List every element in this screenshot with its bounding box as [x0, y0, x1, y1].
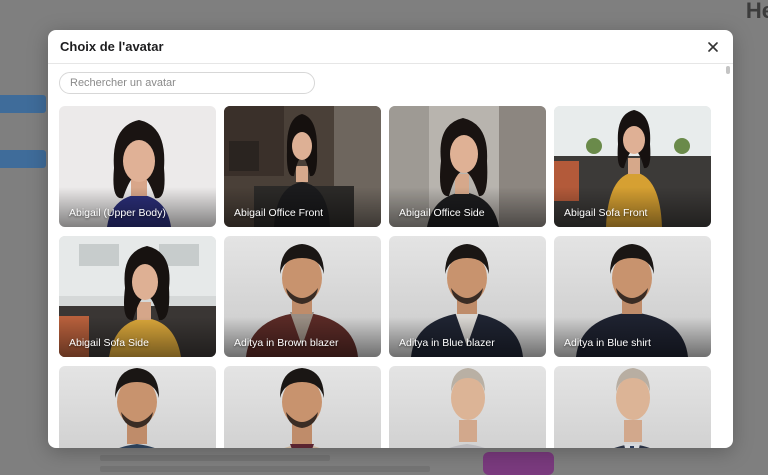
avatar-thumbnail: [554, 366, 711, 448]
avatar-name: Aditya in Blue blazer: [399, 337, 495, 349]
close-button[interactable]: [705, 39, 721, 55]
avatar-thumbnail: [224, 366, 381, 448]
avatar-name: Abigail Office Side: [399, 207, 485, 219]
scrollbar-thumb[interactable]: [726, 66, 730, 74]
avatar-card-abigail-office-front[interactable]: Abigail Office Front: [224, 106, 381, 227]
avatar-card-aditya-blue-blazer[interactable]: Aditya in Blue blazer: [389, 236, 546, 357]
avatar-name: Aditya in Blue shirt: [564, 337, 651, 349]
avatar-thumbnail: [59, 366, 216, 448]
scrollbar[interactable]: [726, 66, 730, 446]
avatar-name: Abigail Sofa Side: [69, 337, 149, 349]
avatar-name: Abigail Office Front: [234, 207, 324, 219]
avatar-card-abigail-sofa-front[interactable]: Abigail Sofa Front: [554, 106, 711, 227]
background-primary-button: [483, 452, 554, 475]
avatar-card[interactable]: [389, 366, 546, 448]
search-input[interactable]: [59, 72, 315, 94]
avatar-card-abigail-sofa-side[interactable]: Abigail Sofa Side: [59, 236, 216, 357]
avatar-name: Abigail (Upper Body): [69, 207, 166, 219]
avatar-card[interactable]: [554, 366, 711, 448]
avatar-picker-modal: Choix de l'avatar Abigail (Upper Body): [48, 30, 733, 448]
avatar-card-abigail-upper-body[interactable]: Abigail (Upper Body): [59, 106, 216, 227]
background-text: [100, 455, 330, 461]
avatar-thumbnail: [389, 366, 546, 448]
avatar-name: Abigail Sofa Front: [564, 207, 648, 219]
background-button: [0, 95, 46, 113]
avatar-card-abigail-office-side[interactable]: Abigail Office Side: [389, 106, 546, 227]
modal-title: Choix de l'avatar: [60, 39, 164, 54]
background-text: [100, 466, 430, 472]
avatar-card-aditya-brown-blazer[interactable]: Aditya in Brown blazer: [224, 236, 381, 357]
avatar-name: Aditya in Brown blazer: [234, 337, 339, 349]
background-heading: He: [745, 0, 768, 23]
background-button: [0, 150, 46, 168]
avatar-card[interactable]: [224, 366, 381, 448]
avatar-card-aditya-blue-shirt[interactable]: Aditya in Blue shirt: [554, 236, 711, 357]
avatar-card[interactable]: [59, 366, 216, 448]
modal-header: Choix de l'avatar: [48, 30, 733, 64]
close-icon: [708, 41, 718, 52]
